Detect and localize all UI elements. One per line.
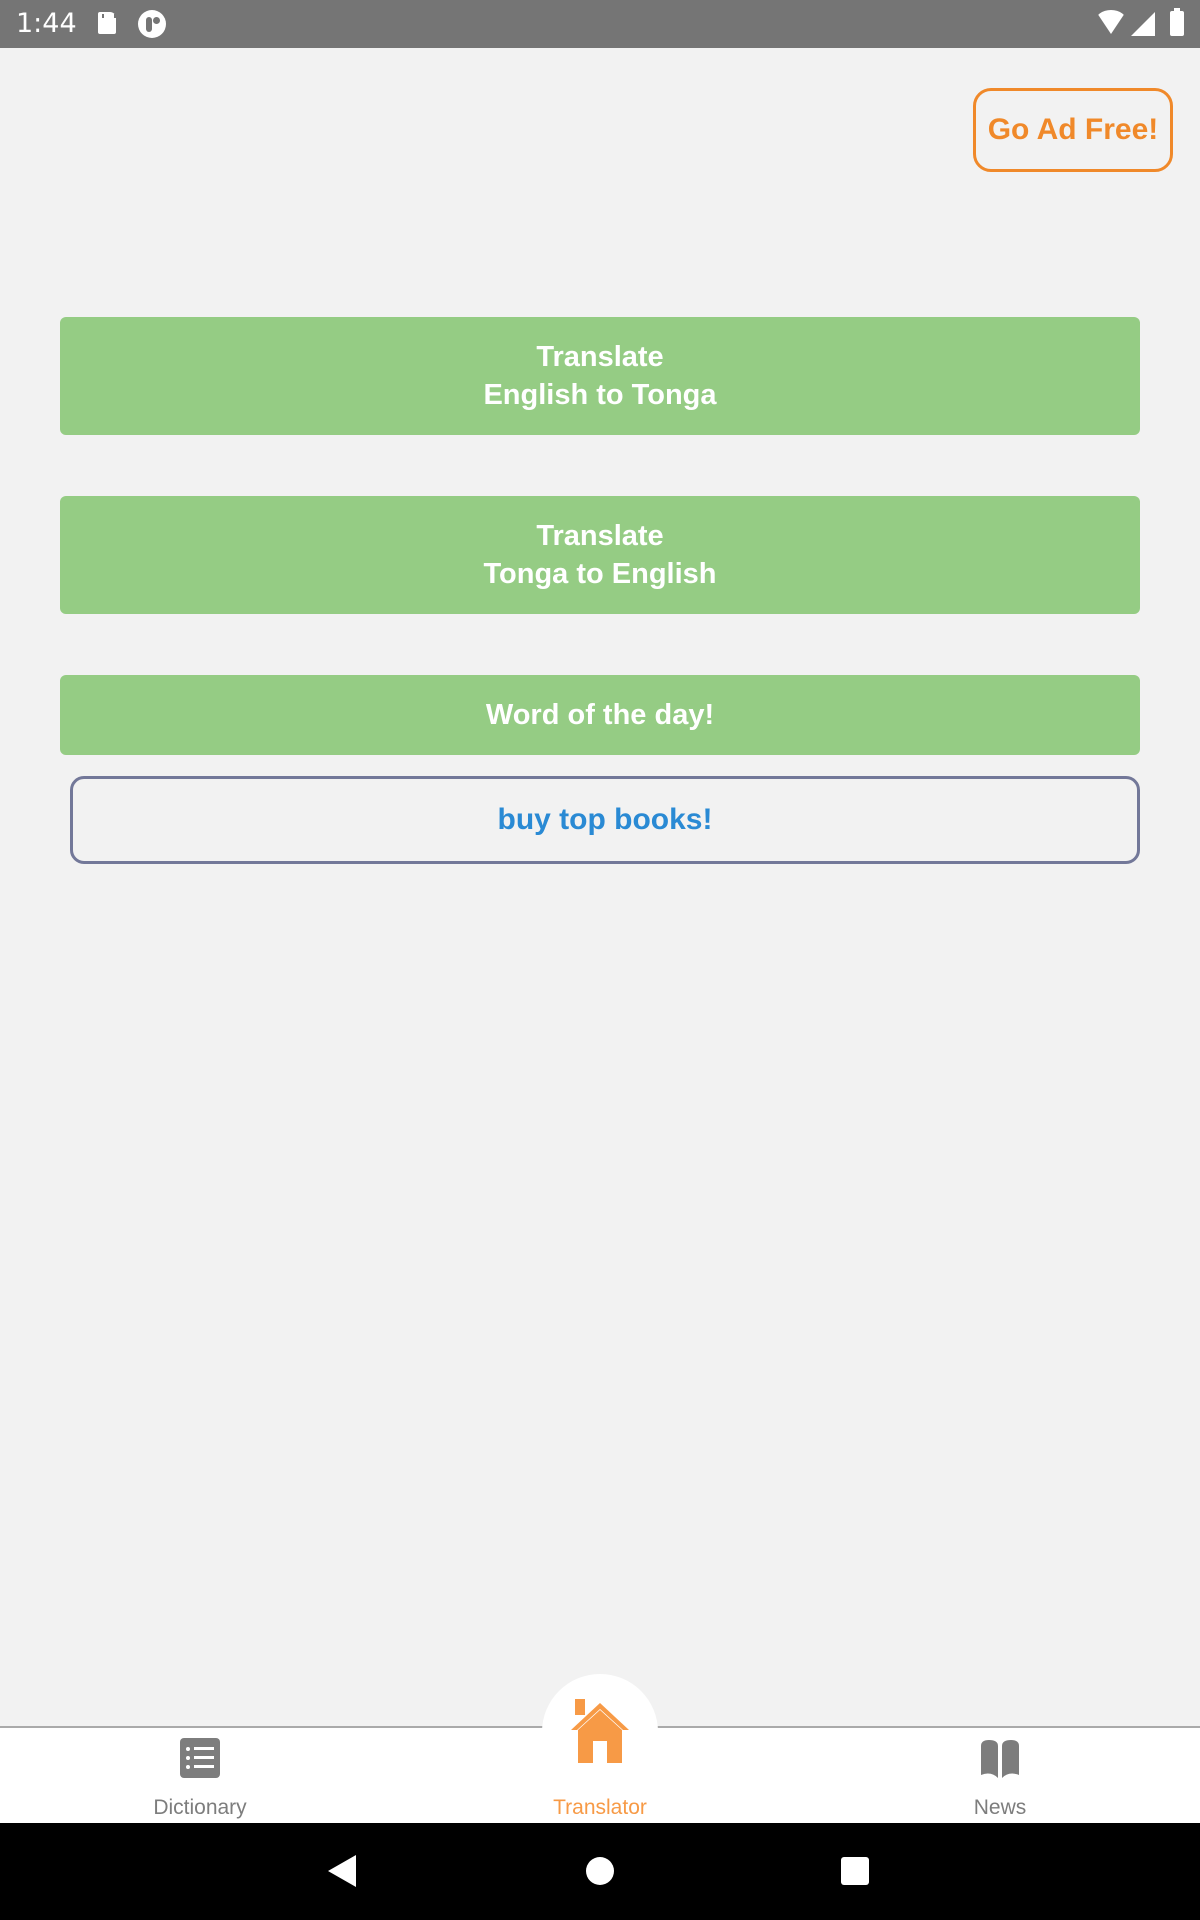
buy-top-books-button[interactable]: buy top books! <box>70 776 1140 864</box>
recent-apps-icon[interactable] <box>841 1857 869 1885</box>
button-line-2: Tonga to English <box>483 558 717 590</box>
notification-app-icon <box>138 10 166 38</box>
sd-card-icon <box>98 12 116 34</box>
word-of-the-day-button[interactable]: Word of the day! <box>60 675 1140 755</box>
wifi-icon <box>1095 10 1127 34</box>
translate-english-to-tonga-button[interactable]: Translate English to Tonga <box>60 317 1140 435</box>
button-label: Word of the day! <box>485 699 715 731</box>
tab-label: Translator <box>553 1796 647 1819</box>
tab-label: News <box>973 1796 1027 1819</box>
button-line-2: English to Tonga <box>483 379 717 411</box>
list-icon <box>180 1738 220 1778</box>
back-icon[interactable] <box>328 1855 356 1887</box>
book-open-icon <box>981 1740 1019 1778</box>
battery-icon <box>1170 8 1184 36</box>
status-bar: 1:44 <box>0 0 1200 48</box>
button-line-1: Translate <box>536 341 664 373</box>
home-nav-icon[interactable] <box>586 1857 614 1885</box>
button-line-1: Translate <box>536 520 664 552</box>
tab-news[interactable]: News <box>900 1726 1100 1823</box>
status-time: 1:44 <box>16 8 77 39</box>
translate-tonga-to-english-button[interactable]: Translate Tonga to English <box>60 496 1140 614</box>
tab-translator[interactable]: Translator <box>500 1726 700 1823</box>
tab-label: Dictionary <box>153 1796 247 1819</box>
cell-signal-icon <box>1131 12 1155 36</box>
tab-dictionary[interactable]: Dictionary <box>100 1726 300 1823</box>
go-ad-free-button[interactable]: Go Ad Free! <box>973 88 1173 172</box>
